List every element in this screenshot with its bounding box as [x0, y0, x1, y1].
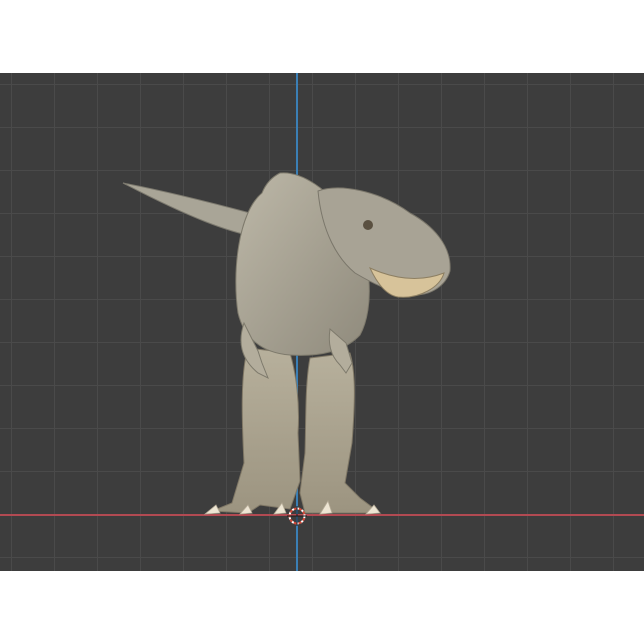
right-leg: [299, 352, 382, 514]
tail: [122, 182, 263, 239]
left-leg: [211, 347, 301, 514]
3d-cursor-icon[interactable]: [287, 506, 307, 526]
dinosaur-model[interactable]: [0, 73, 644, 571]
3d-viewport[interactable]: [0, 73, 644, 571]
eye: [363, 220, 373, 230]
